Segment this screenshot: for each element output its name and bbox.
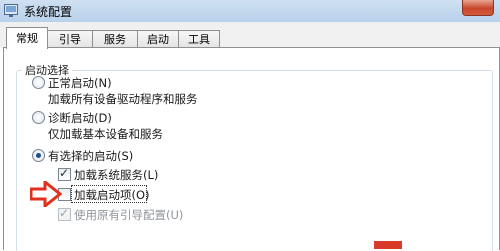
load-startup-items-label[interactable]: 加载启动项(O) — [74, 187, 150, 203]
use-original-boot-checkbox — [58, 206, 71, 221]
tab-general[interactable]: 常规 — [6, 27, 48, 49]
diagnostic-startup-radio[interactable] — [32, 111, 45, 124]
system-config-icon — [4, 4, 18, 17]
normal-startup-label[interactable]: 正常启动(N) — [48, 75, 112, 91]
diagnostic-startup-label[interactable]: 诊断启动(D) — [48, 110, 112, 126]
diagnostic-startup-description: 仅加载基本设备和服务 — [48, 127, 163, 141]
selective-startup-radio[interactable] — [32, 149, 45, 162]
close-button[interactable] — [462, 0, 494, 16]
load-system-services-label[interactable]: 加载系统服务(L) — [74, 167, 158, 183]
window-title: 系统配置 — [24, 5, 73, 19]
load-system-services-checkbox[interactable] — [58, 166, 71, 181]
normal-startup-description: 加载所有设备驱动程序和服务 — [48, 92, 198, 106]
red-arrow-icon — [30, 181, 62, 207]
selective-startup-label[interactable]: 有选择的启动(S) — [48, 148, 133, 164]
red-annotation-mark — [374, 241, 402, 249]
tab-startup[interactable]: 启动 — [137, 30, 179, 48]
use-original-boot-label: 使用原有引导配置(U) — [74, 208, 184, 222]
title-bar[interactable]: 系统配置 — [0, 0, 500, 23]
tab-tools[interactable]: 工具 — [178, 30, 220, 48]
tab-strip: 常规 引导 服务 启动 工具 — [0, 22, 500, 49]
tab-services[interactable]: 服务 — [92, 30, 138, 48]
tab-boot[interactable]: 引导 — [47, 30, 93, 48]
normal-startup-radio[interactable] — [32, 76, 45, 89]
